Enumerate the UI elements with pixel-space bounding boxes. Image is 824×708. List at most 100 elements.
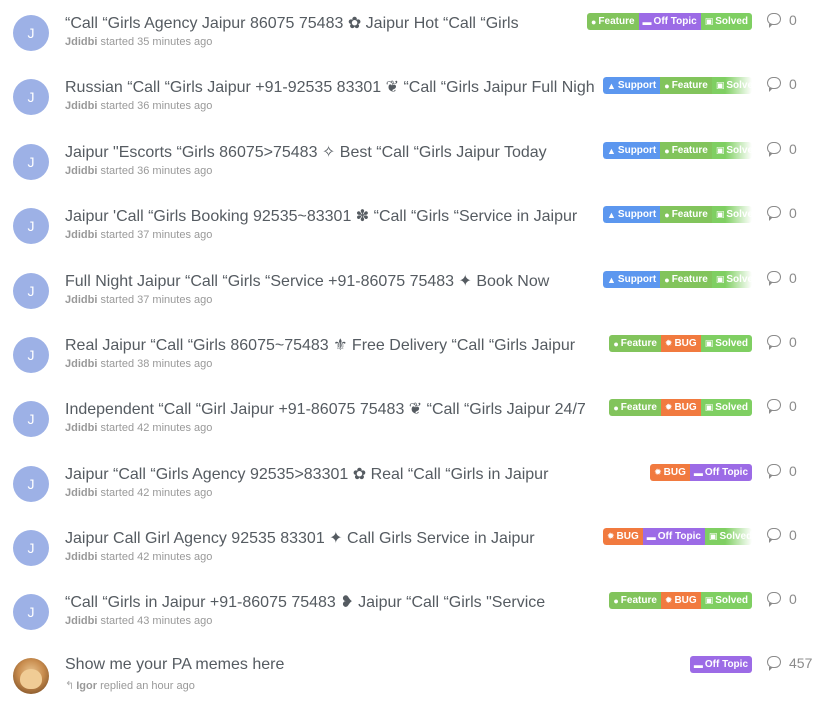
tag-label: Solved [726, 209, 752, 220]
reply-icon: ↰ [65, 680, 75, 692]
discussion-row[interactable]: J Jaipur 'Call “Girls Booking 92535~83301… [0, 205, 824, 272]
comment-count[interactable]: 457 [767, 655, 812, 671]
tag-feature[interactable]: ● Feature [609, 399, 661, 416]
discussion-title[interactable]: “Call “Girls Agency Jaipur 86075 75483 ✿… [65, 13, 595, 33]
discussion-meta: Jdidbi started 42 minutes ago [65, 422, 212, 434]
discussion-row[interactable]: J Russian “Call “Girls Jaipur +91-92535 8… [0, 76, 824, 143]
comment-count[interactable]: 0 [767, 12, 797, 28]
tag-bug[interactable]: ✹ BUG [603, 528, 643, 545]
comment-count[interactable]: 0 [767, 527, 797, 543]
tag-bug[interactable]: ✹ BUG [650, 464, 690, 481]
tag-feature[interactable]: ● Feature [586, 13, 639, 30]
comment-count[interactable]: 0 [767, 334, 797, 350]
lightbulb-icon: ● [590, 16, 597, 27]
avatar[interactable]: J [13, 594, 49, 630]
username[interactable]: Jdidbi [65, 100, 97, 112]
tag-solved[interactable]: ▣Solved [700, 399, 752, 416]
tag-solved[interactable]: ▣Solved [711, 77, 752, 94]
avatar[interactable]: J [13, 530, 49, 566]
discussion-row[interactable]: J Jaipur “Call “Girls Agency 92535>83301 … [0, 463, 824, 530]
comment-count[interactable]: 0 [767, 205, 797, 221]
comment-count[interactable]: 0 [767, 591, 797, 607]
comment-count[interactable]: 0 [767, 76, 797, 92]
comment-count[interactable]: 0 [767, 463, 797, 479]
tag-support[interactable]: ▲ Support [603, 271, 661, 288]
tag-solved[interactable]: ▣Solved [700, 13, 752, 30]
discussion-title[interactable]: Full Night Jaipur “Call “Girls “Service … [65, 271, 595, 291]
username[interactable]: Jdidbi [65, 615, 97, 627]
discussion-row[interactable]: J Jaipur Call Girl Agency 92535 83301 ✦ C… [0, 527, 824, 594]
discussion-title[interactable]: Russian “Call “Girls Jaipur +91-92535 83… [65, 77, 595, 97]
tag-support[interactable]: ▲ Support [603, 77, 661, 94]
comment-icon [767, 142, 781, 157]
username[interactable]: Jdidbi [65, 551, 97, 563]
comment-count[interactable]: 0 [767, 398, 797, 414]
avatar[interactable]: J [13, 144, 49, 180]
avatar[interactable]: J [13, 466, 49, 502]
avatar[interactable]: J [13, 79, 49, 115]
avatar[interactable]: J [13, 273, 49, 309]
discussion-title[interactable]: Jaipur Call Girl Agency 92535 83301 ✦ Ca… [65, 528, 595, 548]
avatar[interactable]: J [13, 337, 49, 373]
username[interactable]: Igor [76, 680, 97, 692]
discussion-title[interactable]: Jaipur “Call “Girls Agency 92535>83301 ✿… [65, 464, 595, 484]
avatar[interactable]: J [13, 208, 49, 244]
chat-icon: ▬ [693, 467, 703, 478]
tag-support[interactable]: ▲ Support [603, 142, 661, 159]
tag-solved[interactable]: ▣Solved [711, 206, 752, 223]
discussion-title[interactable]: “Call “Girls in Jaipur +91-86075 75483 ❥… [65, 592, 595, 612]
comment-count[interactable]: 0 [767, 270, 797, 286]
discussion-row[interactable]: J Full Night Jaipur “Call “Girls “Service… [0, 270, 824, 337]
clipboard-check-icon: ▣ [704, 338, 714, 348]
discussion-row[interactable]: Show me your PA memes here ↰ Igor replied … [0, 655, 824, 708]
tag-feature[interactable]: ● Feature [660, 206, 712, 223]
tag-solved[interactable]: ▣Solved [704, 528, 752, 545]
tag-label: Feature [671, 209, 708, 220]
username[interactable]: Jdidbi [65, 36, 97, 48]
tag-feature[interactable]: ● Feature [660, 271, 712, 288]
discussion-title[interactable]: Real Jaipur “Call “Girls 86075~75483 ⚜ F… [65, 335, 595, 355]
comment-count-value: 0 [789, 141, 797, 157]
discussion-title[interactable]: Jaipur "Escorts “Girls 86075>75483 ✧ Bes… [65, 142, 595, 162]
chat-icon: ▬ [646, 531, 656, 542]
username[interactable]: Jdidbi [65, 294, 97, 306]
discussion-meta: Jdidbi started 43 minutes ago [65, 615, 212, 627]
discussion-title[interactable]: Jaipur 'Call “Girls Booking 92535~83301 … [65, 206, 595, 226]
tag-support[interactable]: ▲ Support [603, 206, 661, 223]
discussion-meta: Jdidbi started 37 minutes ago [65, 229, 212, 241]
username[interactable]: Jdidbi [65, 422, 97, 434]
tag-feature[interactable]: ● Feature [609, 335, 661, 352]
discussion-row[interactable]: J Real Jaipur “Call “Girls 86075~75483 ⚜ … [0, 334, 824, 401]
discussion-title[interactable]: Independent “Call “Girl Jaipur +91-86075… [65, 399, 595, 419]
tag-feature[interactable]: ● Feature [660, 77, 712, 94]
tag-feature[interactable]: ● Feature [660, 142, 712, 159]
tag-bug[interactable]: ✹ BUG [660, 399, 701, 416]
tag-offtopic[interactable]: ▬ Off Topic [642, 528, 705, 545]
username[interactable]: Jdidbi [65, 165, 97, 177]
clipboard-check-icon: ▣ [704, 595, 714, 605]
avatar[interactable]: J [13, 15, 49, 51]
tag-solved[interactable]: ▣Solved [700, 592, 752, 609]
username[interactable]: Jdidbi [65, 229, 97, 241]
username[interactable]: Jdidbi [65, 358, 97, 370]
tag-solved[interactable]: ▣Solved [711, 142, 752, 159]
tag-bug[interactable]: ✹ BUG [660, 335, 701, 352]
tag-solved[interactable]: ▣Solved [711, 271, 752, 288]
tag-solved[interactable]: ▣Solved [700, 335, 752, 352]
tag-feature[interactable]: ● Feature [609, 592, 661, 609]
discussion-row[interactable]: J “Call “Girls Agency Jaipur 86075 75483 … [0, 12, 824, 79]
avatar[interactable] [13, 658, 49, 694]
tag-offtopic[interactable]: ▬ Off Topic [638, 13, 701, 30]
discussion-row[interactable]: J Independent “Call “Girl Jaipur +91-8607… [0, 398, 824, 465]
bug-icon: ✹ [654, 467, 662, 477]
discussion-row[interactable]: J “Call “Girls in Jaipur +91-86075 75483 … [0, 591, 824, 658]
username[interactable]: Jdidbi [65, 487, 97, 499]
avatar[interactable]: J [13, 401, 49, 437]
tag-offtopic[interactable]: ▬ Off Topic [689, 656, 752, 673]
discussion-row[interactable]: J Jaipur "Escorts “Girls 86075>75483 ✧ Be… [0, 141, 824, 208]
tag-bug[interactable]: ✹ BUG [660, 592, 701, 609]
tag-offtopic[interactable]: ▬ Off Topic [689, 464, 752, 481]
tag-list: ● Feature ✹ BUG ▣ Solved [609, 399, 752, 416]
comment-count[interactable]: 0 [767, 141, 797, 157]
discussion-title[interactable]: Show me your PA memes here [65, 656, 595, 674]
